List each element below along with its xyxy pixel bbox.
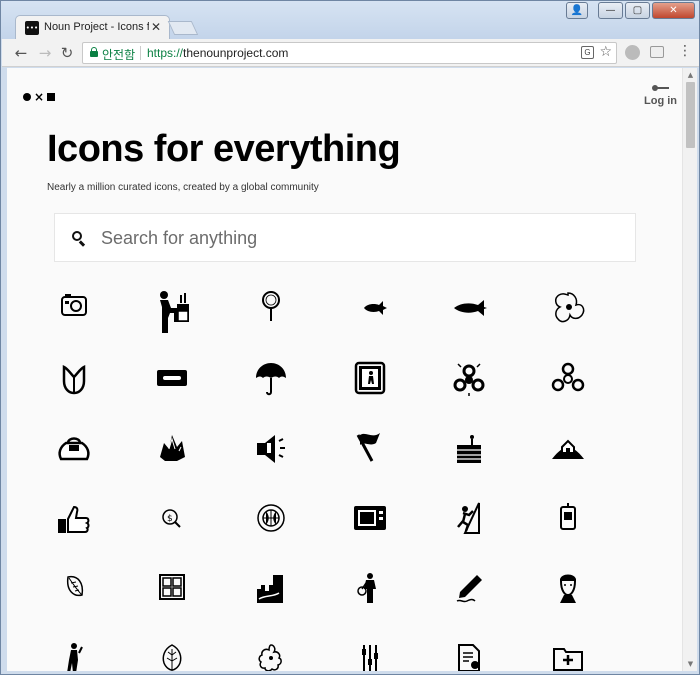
maximize-button[interactable]: ▢: [625, 2, 650, 19]
tab-close-icon[interactable]: ✕: [151, 20, 161, 34]
climber-icon[interactable]: [439, 493, 499, 543]
minimize-button[interactable]: —: [598, 2, 623, 19]
blossom-icon[interactable]: [241, 633, 301, 671]
medical-folder-icon[interactable]: [538, 633, 598, 671]
chef-cooking-icon[interactable]: [142, 283, 202, 333]
login-link[interactable]: Log in: [644, 84, 677, 107]
extension-globe-icon[interactable]: [625, 45, 640, 60]
lock-icon: [90, 47, 98, 57]
svg-text:$: $: [167, 514, 173, 524]
microwave-icon[interactable]: [340, 493, 400, 543]
address-bar[interactable]: 안전함 https://thenounproject.com G ☆: [82, 42, 617, 64]
house-on-hill-icon[interactable]: [538, 423, 598, 473]
page-headline: Icons for everything: [47, 128, 401, 170]
secure-label: 안전함: [102, 48, 136, 62]
page-viewport: × Log in Icons for everything Nearly a m…: [7, 68, 682, 671]
key-icon: [651, 84, 670, 92]
login-label: Log in: [644, 95, 677, 107]
leaf-icon[interactable]: [44, 563, 104, 613]
bookmark-star-icon[interactable]: ☆: [599, 44, 612, 60]
browser-window: ••• Noun Project - Icons fo ✕ 👤 — ▢ ✕ ← …: [0, 0, 700, 675]
equalizer-sliders-icon[interactable]: [340, 633, 400, 671]
page-subhead: Nearly a million curated icons, created …: [47, 182, 319, 193]
extension-box-icon[interactable]: [650, 46, 664, 58]
noun-project-logo[interactable]: ×: [23, 90, 56, 104]
noun-project-favicon: •••: [25, 21, 39, 35]
logo-square: [47, 93, 56, 101]
leaf-outline-icon[interactable]: [142, 633, 202, 671]
recipe-document-icon[interactable]: [439, 633, 499, 671]
cake-slice-icon[interactable]: [439, 423, 499, 473]
worker-head-icon[interactable]: [538, 563, 598, 613]
fidget-spinner-icon[interactable]: [439, 353, 499, 403]
camera-icon[interactable]: [44, 283, 104, 333]
search-input[interactable]: [101, 226, 621, 250]
pen-signature-icon[interactable]: [439, 563, 499, 613]
url-scheme: https://: [147, 46, 184, 60]
kettlebell-icon[interactable]: [44, 423, 104, 473]
window-controls: 👤 — ▢ ✕: [566, 2, 695, 20]
thumbs-up-icon[interactable]: [44, 493, 104, 543]
translate-icon[interactable]: G: [581, 46, 594, 59]
close-window-button[interactable]: ✕: [652, 2, 695, 19]
title-bar: ••• Noun Project - Icons fo ✕ 👤 — ▢ ✕: [1, 1, 699, 40]
person-in-doorway-icon[interactable]: [340, 353, 400, 403]
skyline-landscape-icon[interactable]: [241, 563, 301, 613]
url-text: https://thenounproject.com: [147, 46, 288, 60]
crystals-icon[interactable]: [142, 423, 202, 473]
logo-x: ×: [34, 90, 45, 104]
tulip-icon[interactable]: [44, 353, 104, 403]
user-profile-icon[interactable]: 👤: [566, 2, 588, 19]
umbrella-icon[interactable]: [241, 353, 301, 403]
vertical-scrollbar[interactable]: ▲ ▼: [682, 68, 697, 671]
reload-button[interactable]: ↻: [57, 43, 77, 63]
browser-tab[interactable]: ••• Noun Project - Icons fo ✕: [15, 15, 170, 40]
browser-toolbar: ← → ↻ 안전함 https://thenounproject.com G ☆…: [2, 39, 699, 67]
scroll-up-arrow-icon[interactable]: ▲: [683, 68, 698, 82]
loudspeaker-icon[interactable]: [241, 423, 301, 473]
flag-on-pole-icon[interactable]: [340, 423, 400, 473]
orchid-flower-icon[interactable]: [538, 283, 598, 333]
razor-blade-icon[interactable]: [142, 353, 202, 403]
new-tab-button[interactable]: [167, 21, 199, 35]
url-host: thenounproject.com: [183, 46, 289, 60]
tuna-fish-icon[interactable]: [439, 283, 499, 333]
tab-title: Noun Project - Icons fo: [44, 21, 149, 33]
woman-with-basket-icon[interactable]: [340, 563, 400, 613]
phone-card-icon[interactable]: [538, 493, 598, 543]
search-icon: [72, 231, 86, 247]
forward-button[interactable]: →: [35, 43, 55, 63]
swordfish-icon[interactable]: [340, 283, 400, 333]
scroll-down-arrow-icon[interactable]: ▼: [683, 657, 698, 671]
globe-target-icon[interactable]: [241, 493, 301, 543]
search-box[interactable]: [54, 213, 636, 262]
address-separator: [140, 46, 141, 60]
window-grid-icon[interactable]: [142, 563, 202, 613]
browser-menu-icon[interactable]: ⋮: [678, 43, 692, 59]
magnifying-glass-icon[interactable]: [241, 283, 301, 333]
money-search-icon[interactable]: $: [142, 493, 202, 543]
logo-dot: [23, 93, 31, 101]
fidget-spinner-outline-icon[interactable]: [538, 353, 598, 403]
person-with-cane-icon[interactable]: [44, 633, 104, 671]
back-button[interactable]: ←: [11, 43, 31, 63]
scroll-thumb[interactable]: [686, 82, 695, 148]
